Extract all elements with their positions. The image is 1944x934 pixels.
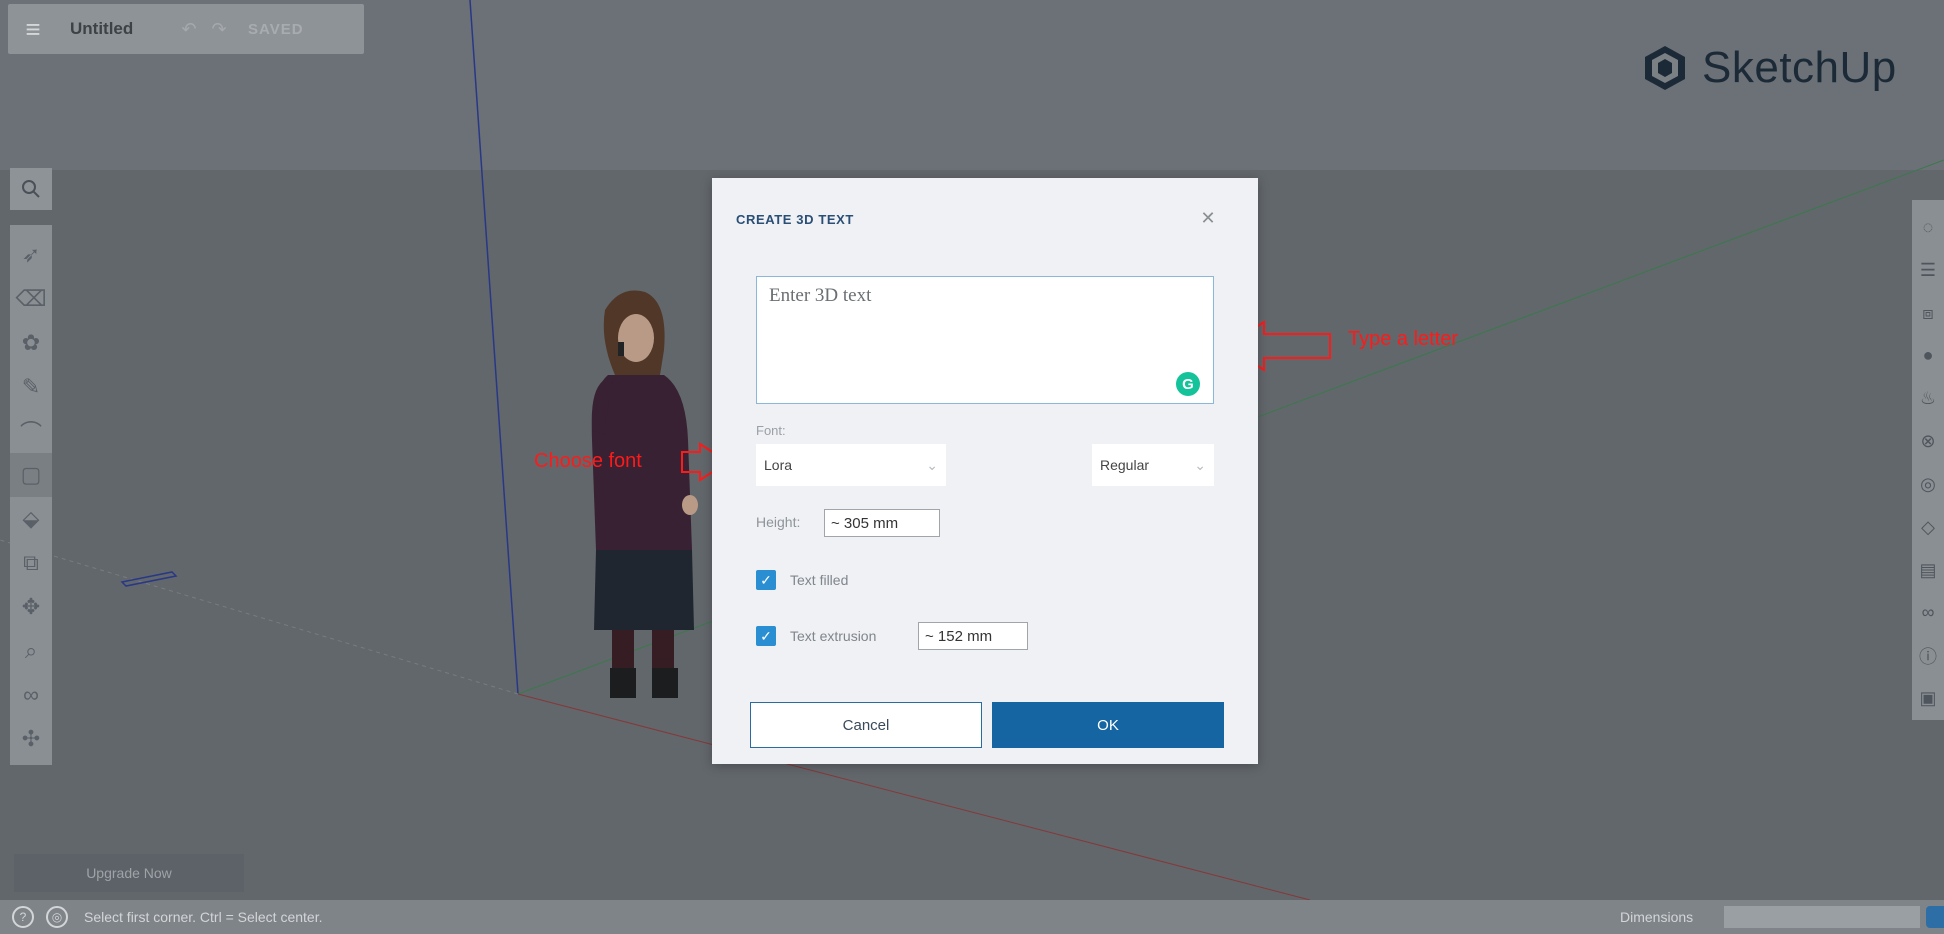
text-filled-label: Text filled [790,572,849,588]
extrusion-input[interactable] [918,622,1028,650]
annotation-type-text: Type a letter [1348,328,1459,350]
font-dropdown[interactable]: Lora ⌄ [756,444,946,486]
annotation-choose-font: Choose font [534,450,642,472]
ok-button[interactable]: OK [992,702,1224,748]
cancel-button[interactable]: Cancel [750,702,982,748]
close-icon[interactable]: ✕ [1198,208,1218,228]
height-label: Height: [756,514,801,530]
chevron-down-icon: ⌄ [1194,456,1206,473]
text-extrusion-label: Text extrusion [790,628,877,644]
dialog-title: CREATE 3D TEXT [736,212,854,227]
grammarly-icon[interactable]: G [1176,372,1200,396]
text-filled-checkbox[interactable]: ✓ [756,570,776,590]
height-input[interactable] [824,509,940,537]
font-style-dropdown[interactable]: Regular ⌄ [1092,444,1214,486]
create-3d-text-dialog: CREATE 3D TEXT ✕ G Font: Lora ⌄ Regular … [712,178,1258,764]
text-extrusion-checkbox[interactable]: ✓ [756,626,776,646]
chevron-down-icon: ⌄ [926,456,938,473]
style-value: Regular [1100,457,1150,473]
text-input[interactable] [756,276,1214,404]
font-label: Font: [756,423,786,438]
font-value: Lora [764,457,793,473]
